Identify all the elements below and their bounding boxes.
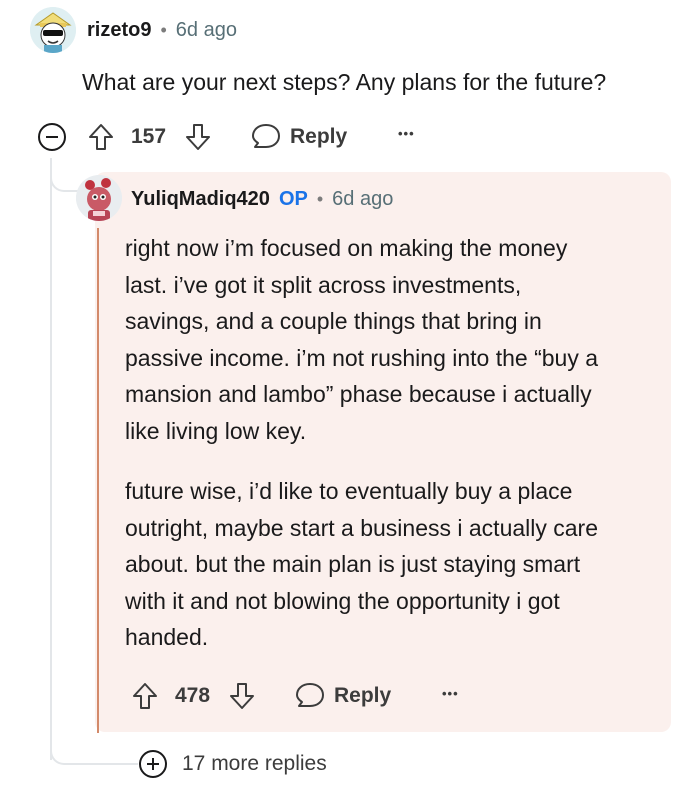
username[interactable]: rizeto9 bbox=[87, 19, 151, 42]
plus-circle-icon bbox=[138, 749, 168, 779]
thread-connector bbox=[50, 160, 78, 192]
comment-header: rizeto9 • 6d ago bbox=[87, 19, 237, 42]
username[interactable]: YuliqMadiq420 bbox=[131, 188, 270, 211]
reply-body: right now i’m focused on making the mone… bbox=[125, 230, 598, 656]
upvote-arrow-icon bbox=[131, 681, 159, 711]
minus-circle-icon bbox=[37, 122, 67, 152]
reply-button[interactable]: Reply bbox=[250, 122, 347, 152]
thread-connector-more-replies bbox=[50, 735, 138, 765]
text-line: right now i’m focused on making the mone… bbox=[125, 235, 568, 261]
avatar[interactable] bbox=[30, 7, 76, 53]
thread-line bbox=[50, 158, 52, 760]
more-options-button[interactable]: ••• bbox=[398, 126, 415, 141]
reply-label: Reply bbox=[290, 125, 348, 148]
timestamp[interactable]: 6d ago bbox=[332, 188, 393, 211]
collapse-thread-button[interactable] bbox=[37, 122, 67, 152]
text-line: savings, and a couple things that bring … bbox=[125, 308, 542, 334]
reply-button[interactable]: Reply bbox=[294, 681, 391, 711]
timestamp[interactable]: 6d ago bbox=[176, 19, 237, 42]
text-line: with it and not blowing the opportunity … bbox=[125, 587, 560, 614]
separator-dot: • bbox=[316, 189, 324, 209]
reply-paragraph: future wise, i’d like to eventually buy … bbox=[125, 473, 598, 656]
upvote-arrow-icon bbox=[87, 122, 115, 152]
reply-paragraph: right now i’m focused on making the mone… bbox=[125, 230, 598, 449]
more-replies-label: 17 more replies bbox=[182, 752, 327, 775]
op-badge: OP bbox=[278, 188, 308, 210]
reply-header: YuliqMadiq420 OP • 6d ago bbox=[131, 188, 393, 211]
text-line: passive income. i’m not rushing into the… bbox=[125, 344, 599, 371]
speech-bubble-icon bbox=[250, 122, 282, 152]
upvote-button[interactable] bbox=[87, 122, 115, 152]
speech-bubble-icon bbox=[294, 681, 326, 711]
downvote-button[interactable] bbox=[184, 122, 212, 152]
more-replies-button[interactable]: 17 more replies bbox=[138, 749, 327, 779]
comment-body: What are your next steps? Any plans for … bbox=[82, 69, 607, 95]
separator-dot: • bbox=[160, 20, 167, 40]
reply-label: Reply bbox=[334, 684, 392, 707]
downvote-button[interactable] bbox=[228, 681, 256, 711]
downvote-arrow-icon bbox=[184, 122, 212, 152]
text-line: about. but the main plan is just staying… bbox=[125, 551, 581, 577]
text-line: last. i’ve got it split across investmen… bbox=[125, 271, 522, 298]
highlight-accent-line bbox=[97, 228, 99, 733]
avatar[interactable] bbox=[76, 175, 122, 221]
vote-count: 157 bbox=[131, 125, 167, 148]
text-line: handed. bbox=[125, 624, 209, 650]
text-line: mansion and lambo” phase because i actua… bbox=[125, 381, 592, 407]
more-options-button[interactable]: ••• bbox=[442, 686, 459, 701]
text-line: outright, maybe start a business i actua… bbox=[125, 514, 599, 541]
text-line: future wise, i’d like to eventually buy … bbox=[125, 478, 573, 504]
text-line: like living low key. bbox=[125, 417, 307, 444]
downvote-arrow-icon bbox=[228, 681, 256, 711]
vote-count: 478 bbox=[175, 684, 211, 707]
upvote-button[interactable] bbox=[131, 681, 159, 711]
